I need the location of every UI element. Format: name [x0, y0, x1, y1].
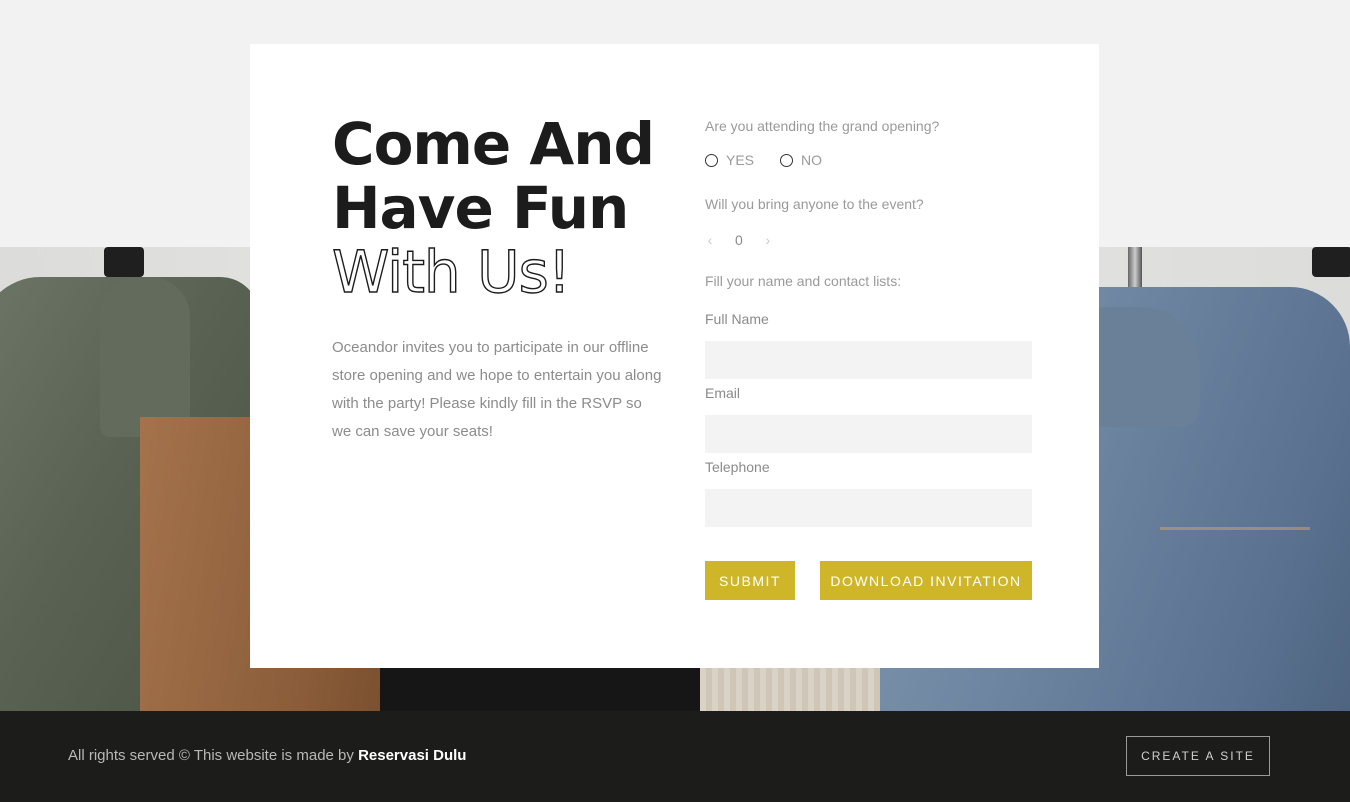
brand-link[interactable]: Reservasi Dulu: [358, 747, 466, 764]
attending-question: Are you attending the grand opening?: [705, 118, 940, 134]
full-name-label: Full Name: [705, 311, 769, 327]
copyright: All rights served © This website is made…: [68, 747, 466, 764]
page-heading: Come And Have Fun With Us!: [331, 110, 662, 306]
email-label: Email: [705, 385, 741, 401]
radio-icon[interactable]: [705, 153, 718, 167]
contact-prompt: Fill your name and contact lists:: [705, 273, 902, 289]
radio-icon[interactable]: [780, 153, 794, 167]
attending-options: YES NO: [705, 152, 822, 168]
footer: All rights served © This website is made…: [0, 711, 1350, 802]
email-field[interactable]: [705, 415, 1032, 453]
intro-text: Oceandor invites you to participate in o…: [332, 339, 662, 440]
chevron-right-icon[interactable]: ›: [763, 232, 773, 248]
create-site-button[interactable]: CREATE A SITE: [1126, 736, 1270, 776]
guests-question: Will you bring anyone to the event?: [705, 196, 924, 212]
radio-no[interactable]: NO: [780, 152, 822, 168]
telephone-label: Telephone: [705, 459, 770, 475]
guest-count-stepper: ‹ 0 ›: [705, 232, 773, 248]
heading-line-3: With Us!: [331, 238, 571, 306]
radio-yes[interactable]: YES: [705, 152, 754, 168]
heading-line-1: Come And: [332, 110, 655, 178]
chevron-left-icon[interactable]: ‹: [705, 232, 715, 248]
full-name-field[interactable]: [705, 341, 1032, 379]
copyright-text: All rights served © This website is made…: [68, 747, 354, 764]
heading-line-2: Have Fun: [332, 174, 629, 242]
radio-yes-label: YES: [726, 152, 755, 168]
radio-no-label: NO: [801, 152, 823, 168]
telephone-field[interactable]: [705, 489, 1032, 527]
download-invitation-button[interactable]: DOWNLOAD INVITATION: [820, 561, 1032, 600]
rsvp-card: Come And Have Fun With Us! Oceandor invi…: [250, 44, 1099, 668]
guest-count-value: 0: [735, 232, 743, 248]
submit-button[interactable]: SUBMIT: [705, 561, 795, 600]
